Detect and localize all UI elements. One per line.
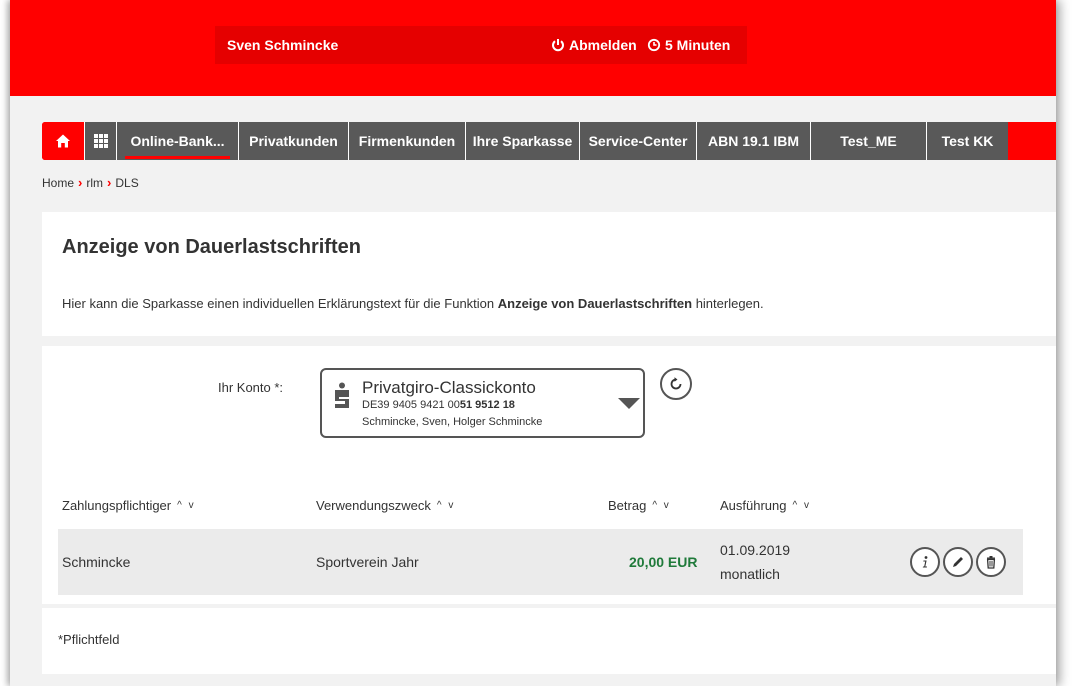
row-actions: [910, 547, 1006, 577]
trash-icon: [986, 556, 996, 569]
account-label: Ihr Konto *:: [218, 380, 284, 395]
intro-panel: Anzeige von Dauerlastschriften Hier kann…: [42, 212, 1056, 336]
breadcrumb-dls: DLS: [115, 175, 139, 190]
iban-prefix: DE39 9405 9421 00: [362, 399, 460, 411]
nav-apps[interactable]: [84, 122, 116, 160]
main-nav: Online-Bank... Privatkunden Firmenkunden…: [42, 122, 1056, 160]
nav-firmenkunden[interactable]: Firmenkunden: [348, 122, 465, 160]
power-icon: [552, 39, 564, 52]
sort-icon[interactable]: ^ v: [652, 500, 670, 511]
info-icon: [922, 556, 928, 568]
home-icon: [56, 134, 70, 148]
pencil-icon: [953, 557, 963, 567]
session-timer: 5 Minuten: [647, 37, 730, 53]
breadcrumb-home[interactable]: Home: [42, 176, 74, 190]
refresh-icon: [670, 377, 682, 390]
header-purpose[interactable]: Verwendungszweck ^ v: [316, 498, 455, 513]
row-purpose: Sportverein Jahr: [316, 554, 419, 570]
sort-icon[interactable]: ^ v: [793, 500, 811, 511]
browser-frame: Sven Schmincke Abmelden 5 Minuten Online…: [10, 0, 1056, 686]
row-amount: 20,00 EUR: [629, 554, 698, 570]
breadcrumb-rlm[interactable]: rlm: [86, 176, 103, 190]
session-timer-label: 5 Minuten: [665, 37, 731, 53]
sort-icon[interactable]: ^ v: [177, 500, 195, 511]
nav-online-banking[interactable]: Online-Bank...: [116, 122, 238, 160]
row-date: 01.09.2019: [720, 542, 791, 558]
chevron-down-icon: [618, 398, 640, 409]
footer-panel: *Pflichtfeld: [42, 608, 1056, 674]
account-iban: DE39 9405 9421 0051 9512 18: [362, 399, 515, 411]
clock-icon: [647, 38, 661, 52]
nav-ihre-sparkasse[interactable]: Ihre Sparkasse: [465, 122, 579, 160]
header-payer[interactable]: Zahlungspflichtiger ^ v: [62, 498, 196, 513]
header-execution[interactable]: Ausführung ^ v: [720, 498, 811, 513]
sort-icon[interactable]: ^ v: [437, 500, 455, 511]
nav-service-center[interactable]: Service-Center: [579, 122, 696, 160]
user-bar: Sven Schmincke Abmelden 5 Minuten: [215, 26, 747, 64]
info-button[interactable]: [910, 547, 940, 577]
header-amount[interactable]: Betrag ^ v: [608, 498, 671, 513]
delete-button[interactable]: [976, 547, 1006, 577]
required-note: *Pflichtfeld: [58, 632, 120, 647]
chevron-right-icon: ›: [107, 175, 112, 190]
row-interval: monatlich: [720, 566, 780, 582]
nav-privatkunden[interactable]: Privatkunden: [238, 122, 348, 160]
header-payer-label: Zahlungspflichtiger: [62, 498, 172, 513]
user-name: Sven Schmincke: [227, 37, 339, 53]
sparkasse-logo-icon: [335, 382, 349, 408]
refresh-button[interactable]: [660, 368, 692, 400]
row-payer: Schmincke: [62, 554, 131, 570]
nav-test-kk[interactable]: Test KK: [926, 122, 1008, 160]
edit-button[interactable]: [943, 547, 973, 577]
nav-home[interactable]: [42, 122, 84, 160]
intro-description: Hier kann die Sparkasse einen individuel…: [62, 296, 764, 311]
top-bar: Sven Schmincke Abmelden 5 Minuten: [10, 0, 1056, 96]
header-purpose-label: Verwendungszweck: [316, 498, 431, 513]
iban-bold: 51 9512 18: [459, 399, 515, 411]
breadcrumb: Home › rlm › DLS: [42, 175, 139, 190]
page-title: Anzeige von Dauerlastschriften: [62, 236, 361, 258]
intro-desc-before: Hier kann die Sparkasse einen individuel…: [62, 296, 498, 311]
account-owner: Schmincke, Sven, Holger Schmincke: [362, 416, 543, 428]
chevron-right-icon: ›: [78, 175, 83, 190]
header-amount-label: Betrag: [608, 498, 647, 513]
intro-desc-bold: Anzeige von Dauerlastschriften: [497, 296, 693, 311]
account-select[interactable]: Privatgiro-Classickonto DE39 9405 9421 0…: [320, 368, 645, 438]
header-execution-label: Ausführung: [720, 498, 787, 513]
nav-abn[interactable]: ABN 19.1 IBM: [696, 122, 810, 160]
account-name: Privatgiro-Classickonto: [362, 378, 536, 397]
table-row[interactable]: Schmincke Sportverein Jahr 20,00 EUR 01.…: [58, 529, 1023, 595]
nav-test-me[interactable]: Test_ME: [810, 122, 926, 160]
logout-button[interactable]: Abmelden: [551, 37, 637, 53]
logout-label: Abmelden: [569, 37, 637, 53]
direct-debit-panel: Ihr Konto *: Privatgiro-Classickonto DE3…: [42, 346, 1056, 604]
apps-grid-icon: [93, 134, 108, 148]
intro-desc-after: hinterlegen.: [692, 296, 764, 311]
